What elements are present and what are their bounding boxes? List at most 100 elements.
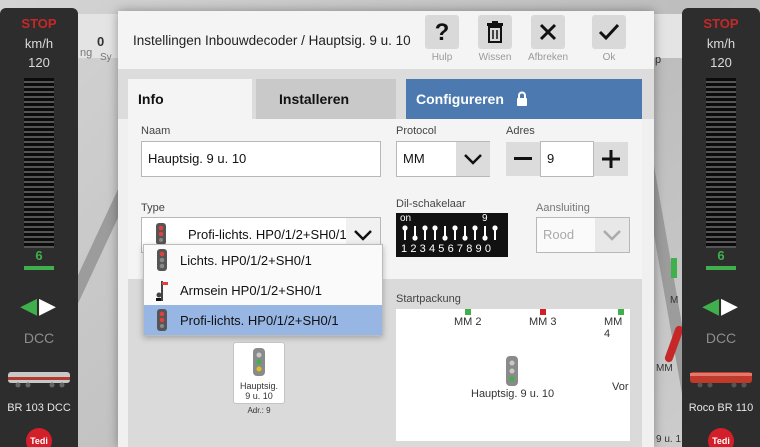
help-label: Hulp	[431, 52, 453, 63]
mm-label: MM 2	[454, 316, 482, 328]
direction-toggle[interactable]: ◀▶	[682, 293, 760, 319]
signal-icon[interactable]	[505, 356, 519, 386]
protocol-value: MM	[403, 151, 425, 166]
direction-right-icon[interactable]: ▶	[39, 293, 58, 318]
direction-left-icon[interactable]: ◀	[20, 293, 39, 318]
dip-numbers: 1234567890	[401, 243, 495, 255]
tab-configure-label: Configureren	[416, 91, 504, 107]
connection-label: Aansluiting	[536, 202, 590, 214]
type-option[interactable]: Lichts. HP0/1/2+SH0/1	[144, 245, 382, 275]
type-option-selected[interactable]: Profi-lichts. HP0/1/2+SH0/1	[144, 305, 382, 335]
name-label: Naam	[141, 125, 171, 137]
signal-icon	[156, 223, 166, 245]
decoder-settings-dialog: Instellingen Inbouwdecoder / Hauptsig. 9…	[118, 11, 654, 447]
mm-label: MM 4	[604, 316, 623, 340]
signal-card[interactable]: Hauptsig. 9 u. 10	[233, 342, 285, 404]
mm-marker-red	[540, 309, 546, 315]
address-decrement-button[interactable]	[506, 142, 540, 176]
background-fragment: MM	[656, 363, 673, 374]
mm-marker-green	[465, 309, 471, 315]
dip-switch[interactable]: on 9 1234567890	[396, 213, 508, 257]
type-option-label: Profi-lichts. HP0/1/2+SH0/1	[180, 313, 339, 328]
dip-switch-label: Dil-schakelaar	[396, 198, 466, 210]
tab-install[interactable]: Installeren	[256, 79, 396, 119]
background-fragment: 0	[97, 34, 105, 49]
type-option[interactable]: Armsein HP0/1/2+SH0/1	[144, 275, 382, 305]
stop-button[interactable]: STOP	[682, 16, 760, 31]
type-dropdown-list[interactable]: Lichts. HP0/1/2+SH0/1 Armsein HP0/1/2+SH…	[143, 244, 383, 336]
signal-icon	[157, 309, 167, 331]
background-fragment: ng	[80, 47, 93, 59]
dialog-header: Instellingen Inbouwdecoder / Hauptsig. 9…	[118, 11, 654, 69]
signal-icon	[157, 249, 167, 271]
chevron-down-icon	[603, 230, 621, 241]
connection-value: Rood	[543, 227, 575, 242]
speed-unit: km/h	[24, 36, 54, 51]
startpack-label: Startpackung	[396, 293, 461, 305]
chevron-down-icon	[354, 230, 372, 241]
protocol-label: Protocol	[396, 125, 437, 137]
dip-switch-levers	[402, 225, 498, 241]
direction-left-icon[interactable]: ◀	[702, 293, 721, 318]
locomotive-name: Roco BR 110	[688, 402, 754, 414]
signal-icon	[253, 348, 265, 376]
speed-step: 6	[35, 248, 43, 263]
type-label: Type	[141, 202, 165, 214]
name-input[interactable]: Hauptsig. 9 u. 10	[141, 141, 381, 177]
startpack-panel[interactable]: MM 2 MM 3 MM 4 Hauptsig. 9 u. 10 Vor	[396, 309, 630, 441]
protocol-mode: DCC	[23, 330, 55, 346]
ok-label: Ok	[602, 52, 616, 63]
address-input[interactable]: 9	[540, 141, 594, 177]
svg-text:?: ?	[435, 20, 450, 44]
locomotive-icon	[8, 372, 70, 388]
cancel-button[interactable]: Afbreken	[527, 15, 569, 63]
lock-icon	[516, 91, 527, 106]
signal-card-address: Adr.: 9	[247, 406, 271, 415]
protocol-dropdown-button[interactable]	[456, 142, 490, 176]
protocol-mode: DCC	[705, 330, 737, 346]
speed-step: 6	[717, 248, 725, 263]
locomotive-name: BR 103 DCC	[7, 402, 71, 414]
address-increment-button[interactable]	[594, 142, 628, 176]
speed-slider[interactable]	[706, 78, 736, 248]
question-icon: ?	[425, 15, 459, 49]
delete-label: Wissen	[478, 52, 512, 63]
background-fragment: 9 u. 1	[656, 434, 682, 445]
background-fragment: p	[655, 54, 662, 66]
speed-slider[interactable]	[24, 78, 54, 248]
semaphore-signal-icon	[156, 281, 168, 301]
delete-button[interactable]: Wissen	[474, 15, 516, 63]
signal-card-name: 9 u. 10	[245, 391, 273, 401]
direction-toggle[interactable]: ◀▶	[0, 293, 78, 319]
ok-button[interactable]: Ok	[588, 15, 630, 63]
brand-logo-icon: Tedi	[708, 428, 734, 447]
layout-toolbar	[654, 14, 682, 58]
right-throttle[interactable]: STOP km/h 120 6 ◀▶ DCC Roco BR 110 Tedi	[682, 8, 760, 447]
mm-marker-green	[618, 309, 624, 315]
minus-icon	[514, 157, 532, 160]
chevron-down-icon	[464, 154, 482, 165]
trash-icon	[478, 15, 512, 49]
type-value: Profi-lichts. HP0/1/2+SH0/1	[188, 227, 347, 242]
connection-dropdown-button[interactable]	[595, 218, 629, 252]
startpack-partial-label: Vor	[612, 381, 629, 393]
plus-icon	[602, 150, 620, 168]
locomotive-icon	[690, 372, 752, 388]
brand-logo-icon: Tedi	[26, 428, 52, 447]
max-speed: 120	[28, 55, 50, 70]
startpack-signal-name: Hauptsig. 9 u. 10	[471, 388, 555, 400]
speed-unit: km/h	[706, 36, 736, 51]
help-button[interactable]: ? Hulp	[421, 15, 463, 63]
tab-configure[interactable]: Configureren	[406, 79, 642, 119]
background-fragment: Sy	[100, 52, 112, 63]
stop-button[interactable]: STOP	[0, 16, 78, 31]
type-option-label: Lichts. HP0/1/2+SH0/1	[180, 253, 312, 268]
speed-step-bar	[24, 266, 54, 270]
mm-label: MM 3	[529, 316, 557, 328]
left-throttle[interactable]: STOP km/h 120 6 ◀▶ DCC BR 103 DCC Tedi	[0, 8, 78, 447]
tab-info[interactable]: Info	[128, 79, 252, 119]
address-label: Adres	[506, 125, 535, 137]
type-option-label: Armsein HP0/1/2+SH0/1	[180, 283, 322, 298]
direction-right-icon[interactable]: ▶	[721, 293, 740, 318]
check-icon	[592, 15, 626, 49]
